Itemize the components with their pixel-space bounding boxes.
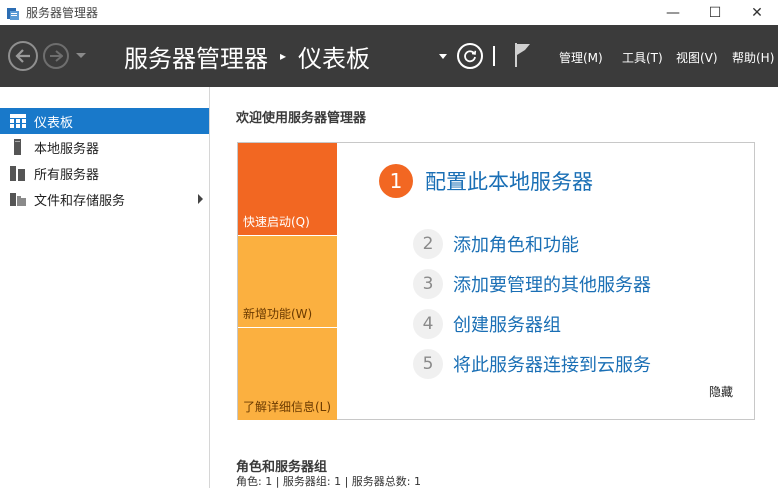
breadcrumb-current: 仪表板	[298, 44, 371, 73]
step-connect-cloud[interactable]: 5 将此服务器连接到云服务	[413, 349, 651, 379]
step-create-server-group[interactable]: 4 创建服务器组	[413, 309, 561, 339]
step-link[interactable]: 将此服务器连接到云服务	[453, 351, 651, 377]
step-add-roles[interactable]: 2 添加角色和功能	[413, 229, 579, 259]
back-button[interactable]	[8, 41, 38, 71]
dashboard-grid-icon	[10, 113, 26, 129]
header-bar: 服务器管理器 ▸ 仪表板 管理(M) 工具(T) 视图(V) 帮助(H)	[0, 25, 778, 87]
arrow-left-icon	[15, 49, 30, 63]
history-dropdown-icon[interactable]	[76, 53, 86, 58]
sidebar-item-local-server[interactable]: 本地服务器	[0, 134, 209, 160]
step-link[interactable]: 添加要管理的其他服务器	[453, 271, 651, 297]
step-number-badge: 1	[379, 164, 413, 198]
breadcrumb-dropdown-icon[interactable]	[439, 54, 447, 59]
refresh-icon	[464, 50, 477, 63]
server-icon	[10, 139, 26, 155]
welcome-title: 欢迎使用服务器管理器	[236, 111, 367, 126]
step-configure-local-server[interactable]: 1 配置此本地服务器	[379, 164, 593, 198]
menu-view[interactable]: 视图(V)	[676, 49, 718, 66]
sidebar-item-label: 仪表板	[34, 115, 74, 131]
file-storage-icon	[10, 191, 26, 207]
sidebar-item-label: 本地服务器	[34, 141, 100, 157]
servers-icon	[10, 165, 26, 181]
sidebar: 仪表板 本地服务器 所有服务器 文件和存储服务	[0, 87, 210, 488]
step-number-badge: 4	[413, 309, 443, 339]
window-title: 服务器管理器	[26, 6, 99, 20]
sidebar-item-label: 所有服务器	[34, 167, 100, 183]
minimize-button[interactable]: —	[652, 0, 694, 25]
step-number-badge: 2	[413, 229, 443, 259]
maximize-button[interactable]: ☐	[694, 0, 736, 25]
step-number-badge: 3	[413, 269, 443, 299]
tile-label: 了解详细信息(L)	[243, 400, 332, 414]
toolbar-divider	[493, 46, 495, 66]
breadcrumb-separator-icon: ▸	[280, 49, 287, 63]
tile-label: 快速启动(Q)	[243, 215, 310, 229]
refresh-button[interactable]	[457, 43, 483, 69]
step-add-servers[interactable]: 3 添加要管理的其他服务器	[413, 269, 651, 299]
title-bar: 服务器管理器 — ☐ ✕	[0, 0, 778, 25]
step-link[interactable]: 配置此本地服务器	[425, 166, 593, 196]
menu-tools[interactable]: 工具(T)	[622, 49, 663, 66]
step-number-badge: 5	[413, 349, 443, 379]
menu-help[interactable]: 帮助(H)	[732, 49, 774, 66]
step-link[interactable]: 创建服务器组	[453, 311, 561, 337]
menu-manage[interactable]: 管理(M)	[559, 49, 603, 66]
sidebar-item-all-servers[interactable]: 所有服务器	[0, 160, 209, 186]
sidebar-item-file-storage[interactable]: 文件和存储服务	[0, 186, 209, 212]
arrow-right-icon	[50, 50, 63, 62]
tile-whats-new[interactable]: 新增功能(W)	[238, 236, 337, 327]
breadcrumb: 服务器管理器 ▸ 仪表板	[124, 39, 370, 73]
notifications-flag-icon[interactable]	[513, 42, 533, 68]
server-manager-app-icon	[6, 6, 20, 20]
tile-label: 新增功能(W)	[243, 307, 313, 321]
tile-quick-start[interactable]: 快速启动(Q)	[238, 143, 337, 235]
welcome-panel: 快速启动(Q) 新增功能(W) 了解详细信息(L) 1 配置此本地服务器 2 添…	[237, 142, 755, 420]
forward-button[interactable]	[43, 43, 69, 69]
close-button[interactable]: ✕	[736, 0, 778, 25]
expand-arrow-icon[interactable]	[198, 194, 203, 204]
hide-link[interactable]: 隐藏	[709, 383, 733, 400]
sidebar-item-label: 文件和存储服务	[34, 193, 126, 209]
step-link[interactable]: 添加角色和功能	[453, 231, 579, 257]
roles-summary: 角色: 1 | 服务器组: 1 | 服务器总数: 1	[236, 475, 422, 488]
sidebar-item-dashboard[interactable]: 仪表板	[0, 108, 209, 134]
tile-learn-more[interactable]: 了解详细信息(L)	[238, 328, 337, 420]
breadcrumb-root[interactable]: 服务器管理器	[124, 39, 268, 74]
